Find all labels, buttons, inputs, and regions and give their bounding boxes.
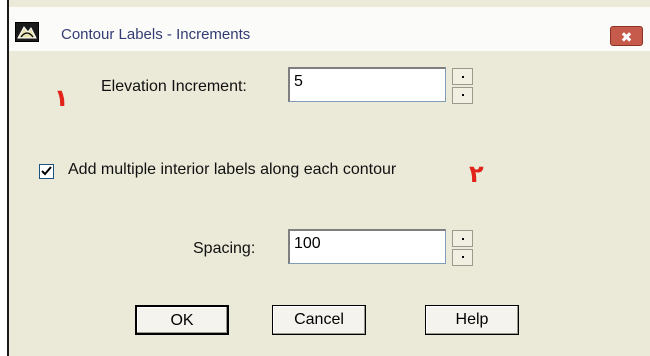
interior-labels-label[interactable]: Add multiple interior labels along each …: [68, 161, 396, 179]
spin-down-icon[interactable]: [452, 87, 473, 104]
marker-one: ١: [54, 84, 69, 112]
window-title: Contour Labels - Increments: [61, 26, 251, 43]
elevation-increment-spinner[interactable]: [452, 68, 473, 104]
cancel-button[interactable]: Cancel: [272, 305, 366, 335]
spin-down-icon[interactable]: [452, 249, 473, 266]
title-bar[interactable]: Contour Labels - Increments ✖: [9, 7, 650, 51]
elevation-increment-label: Elevation Increment:: [101, 78, 247, 95]
ok-button[interactable]: OK: [135, 305, 229, 335]
spacing-label: Spacing:: [193, 240, 256, 257]
marker-two: ٢: [469, 160, 484, 188]
help-button[interactable]: Help: [425, 305, 519, 335]
spin-up-icon[interactable]: [452, 68, 473, 85]
checkmark-icon: [41, 166, 52, 176]
spacing-input[interactable]: 100: [288, 229, 446, 264]
spin-up-icon[interactable]: [452, 230, 473, 247]
spacing-spinner[interactable]: [452, 230, 473, 266]
dialog-window: Contour Labels - Increments ✖ ١ Elevatio…: [7, 0, 650, 356]
elevation-increment-input[interactable]: 5: [288, 67, 446, 102]
contour-app-icon: [15, 22, 39, 42]
interior-labels-checkbox[interactable]: [39, 164, 54, 179]
close-button[interactable]: ✖: [610, 26, 643, 46]
